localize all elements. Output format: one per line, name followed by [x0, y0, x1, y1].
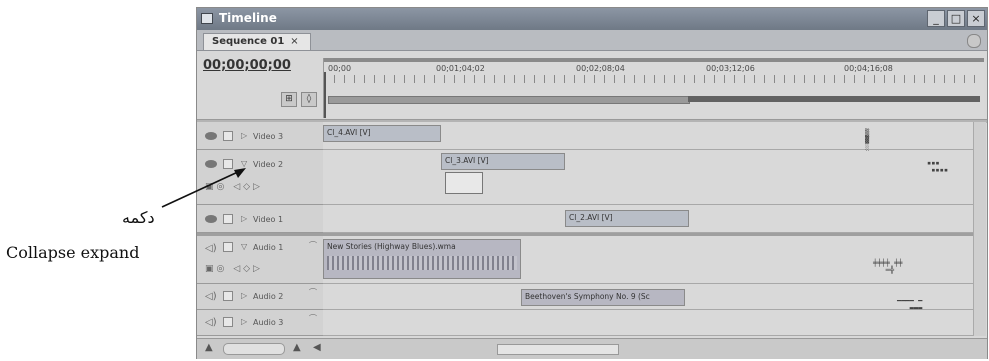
annotation-arrow: [161, 168, 246, 208]
